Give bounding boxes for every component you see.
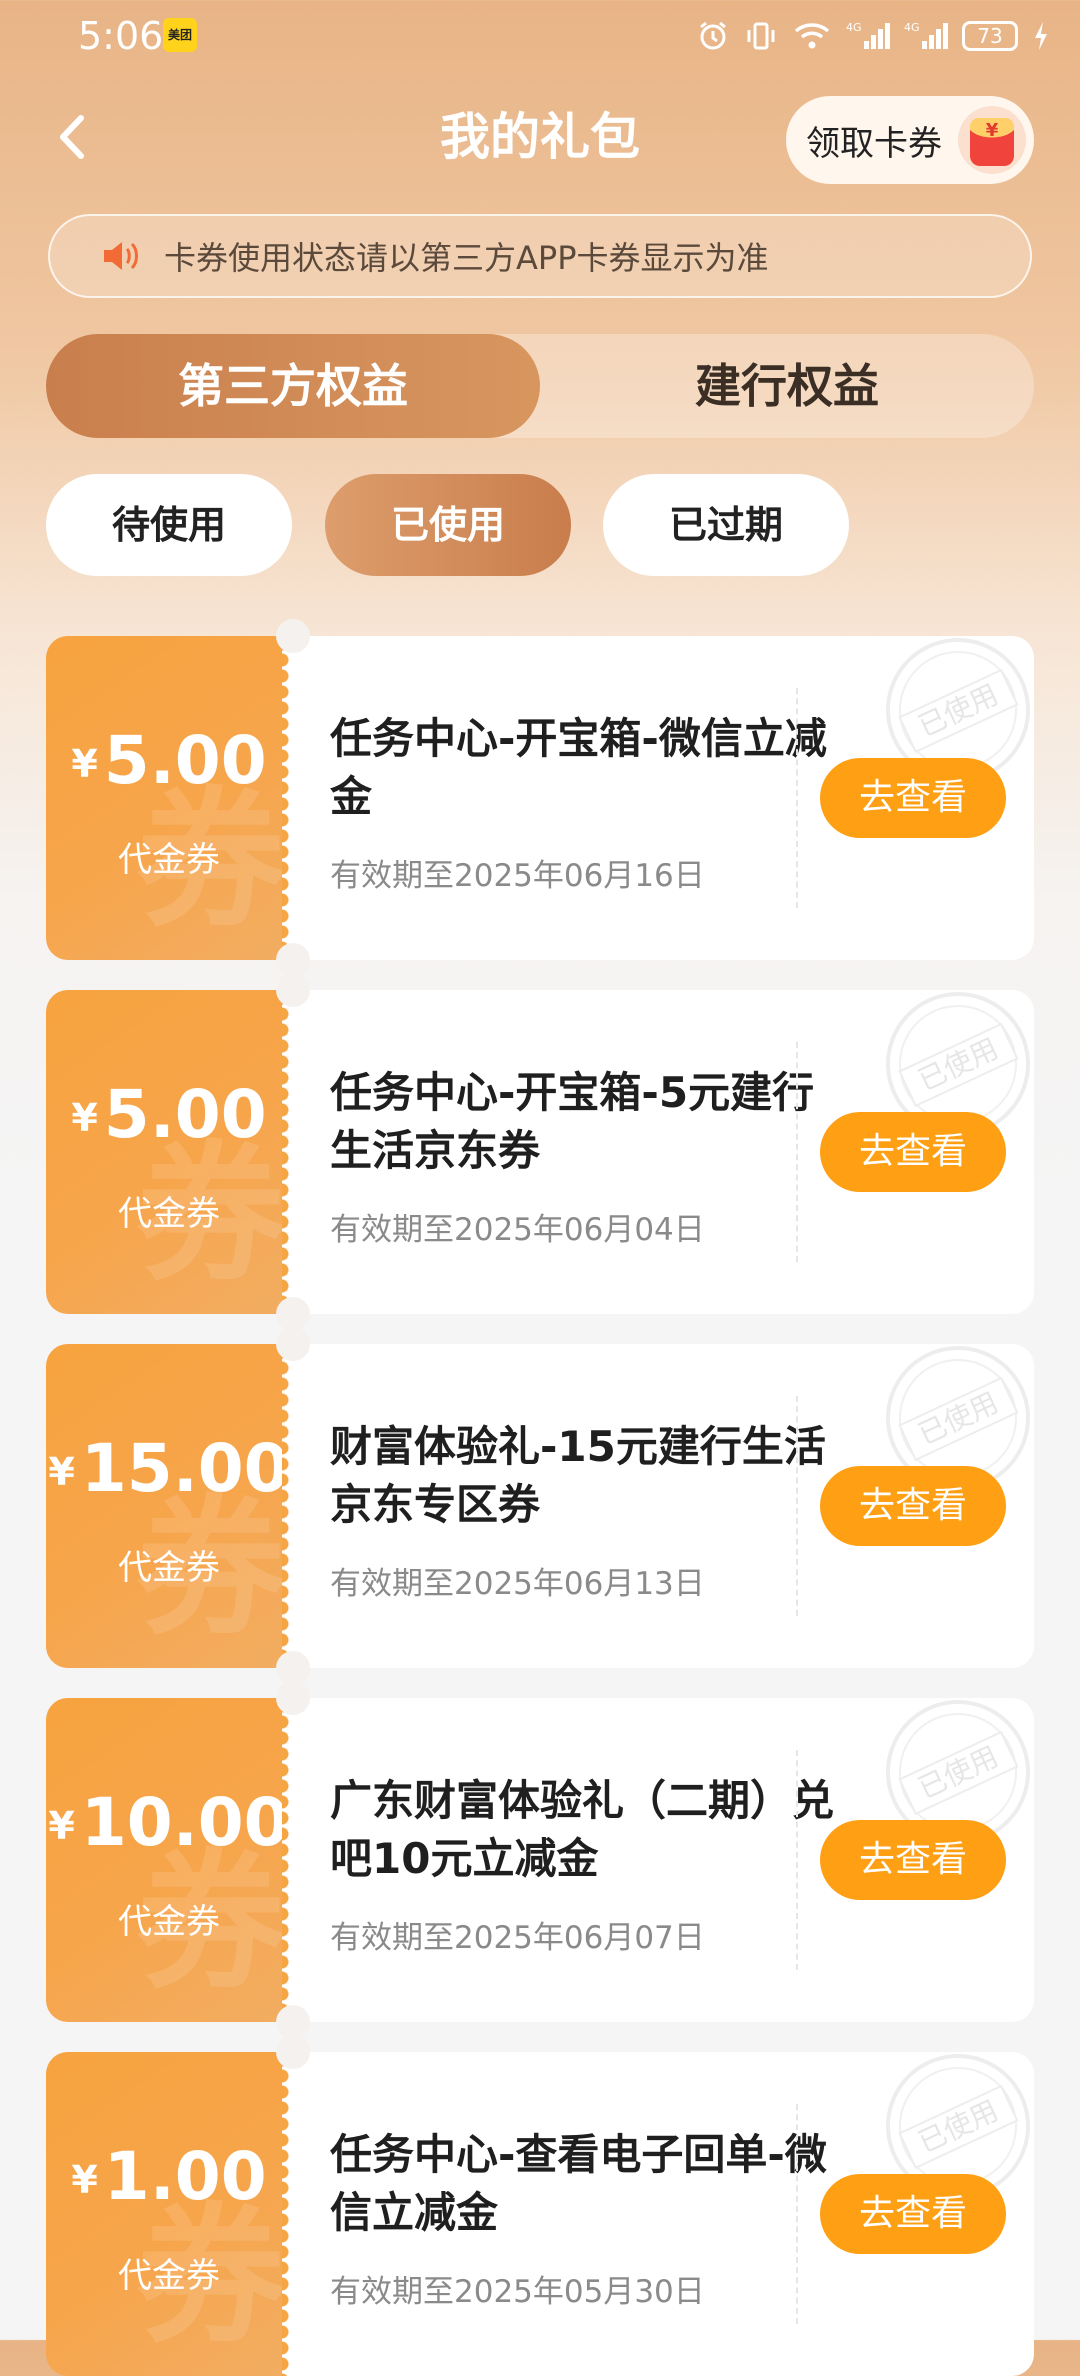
coupon-divider: [796, 2104, 798, 2324]
coupon-amount: ¥10.00: [46, 1784, 282, 1861]
coupon-type: 代金券: [118, 2256, 220, 2296]
coupon-value-panel: 券 ¥1.00 代金券: [46, 2052, 282, 2376]
meituan-badge-icon: 美团: [163, 18, 197, 52]
battery-icon: 73: [962, 21, 1018, 51]
notice-text: 卡券使用状态请以第三方APP卡券显示为准: [164, 239, 769, 277]
coupon-type: 代金券: [118, 1902, 220, 1942]
amount-value: 5.00: [103, 722, 267, 799]
amount-value: 15.00: [80, 1430, 282, 1507]
coupon-value-panel: 券 ¥5.00 代金券: [46, 636, 282, 960]
coupon-notch: [276, 1327, 310, 1361]
notice-banner: 卡券使用状态请以第三方APP卡券显示为准: [48, 214, 1032, 298]
coupon-type: 代金券: [118, 1548, 220, 1588]
coupon-perforation: [282, 990, 304, 1314]
alarm-icon: [700, 21, 726, 50]
svg-text:4G: 4G: [904, 21, 920, 34]
currency-symbol: ¥: [71, 1096, 98, 1140]
coupon-perforation: [282, 2052, 304, 2376]
status-icons: 4G 4G 73: [696, 14, 1050, 58]
coupon-amount: ¥5.00: [46, 1076, 282, 1153]
coupon-card: 券 ¥15.00 代金券 财富体验礼-15元建行生活京东专区券 有效期至2025…: [46, 1327, 1034, 1685]
filter-pending[interactable]: 待使用: [46, 474, 292, 576]
coupon-value-panel: 券 ¥5.00 代金券: [46, 990, 282, 1314]
view-button[interactable]: 去查看: [820, 1466, 1006, 1546]
coupon-title: 任务中心-查看电子回单-微信立减金: [330, 2130, 827, 2237]
view-button[interactable]: 去查看: [820, 2174, 1006, 2254]
main-tabs: 第三方权益 建行权益: [46, 334, 1034, 438]
wifi-icon: [794, 23, 830, 49]
coupon-divider: [796, 1750, 798, 1970]
filter-used[interactable]: 已使用: [325, 474, 571, 576]
coupon-type: 代金券: [118, 1194, 220, 1234]
red-packet-symbol: ¥: [986, 120, 999, 141]
vibrate-icon: [747, 22, 775, 50]
status-bar: 5:06 美团 4G 4G 73: [0, 0, 1080, 72]
coupon-title: 广东财富体验礼（二期）兑吧10元立减金: [330, 1776, 835, 1883]
coupon-card: 券 ¥5.00 代金券 任务中心-开宝箱-微信立减金 有效期至2025年06月1…: [46, 619, 1034, 977]
coupon-notch: [276, 1681, 310, 1715]
coupon-validity: 有效期至2025年06月13日: [330, 1566, 705, 1602]
tab-third-party-benefits[interactable]: 第三方权益: [46, 334, 540, 438]
currency-symbol: ¥: [48, 1450, 75, 1494]
coupon-notch: [276, 2035, 310, 2069]
coupon-divider: [796, 1042, 798, 1262]
currency-symbol: ¥: [71, 742, 98, 786]
coupon-card: 券 ¥10.00 代金券 广东财富体验礼（二期）兑吧10元立减金 有效期至202…: [46, 1681, 1034, 2039]
back-button[interactable]: [36, 102, 106, 172]
amount-value: 5.00: [103, 1076, 267, 1153]
coupon-title: 任务中心-开宝箱-微信立减金: [330, 714, 827, 821]
coupon-card: 券 ¥1.00 代金券 任务中心-查看电子回单-微信立减金 有效期至2025年0…: [46, 2035, 1034, 2376]
coupon-card: 券 ¥5.00 代金券 任务中心-开宝箱-5元建行生活京东券 有效期至2025年…: [46, 973, 1034, 1331]
coupon-perforation: [282, 1698, 304, 2022]
signal-4g-icon: 4G: [846, 21, 890, 49]
coupon-validity: 有效期至2025年05月30日: [330, 2274, 705, 2310]
coupon-notch: [276, 943, 310, 977]
coupon-perforation: [282, 636, 304, 960]
view-button[interactable]: 去查看: [820, 758, 1006, 838]
currency-symbol: ¥: [48, 1804, 75, 1848]
coupon-title: 任务中心-开宝箱-5元建行生活京东券: [330, 1068, 815, 1175]
coupon-title: 财富体验礼-15元建行生活京东专区券: [330, 1422, 826, 1529]
view-button[interactable]: 去查看: [820, 1112, 1006, 1192]
claim-coupons-label: 领取卡券: [806, 123, 942, 164]
coupon-notch: [276, 2005, 310, 2039]
view-button[interactable]: 去查看: [820, 1820, 1006, 1900]
coupon-notch: [276, 619, 310, 653]
tab-ccb-benefits[interactable]: 建行权益: [540, 334, 1034, 438]
coupon-amount: ¥5.00: [46, 722, 282, 799]
svg-text:4G: 4G: [846, 21, 862, 34]
claim-coupons-button[interactable]: 领取卡券 ¥: [786, 96, 1034, 184]
coupon-validity: 有效期至2025年06月04日: [330, 1212, 705, 1248]
coupon-perforation: [282, 1344, 304, 1668]
amount-value: 1.00: [103, 2138, 267, 2215]
coupon-amount: ¥15.00: [46, 1430, 282, 1507]
coupon-notch: [276, 1297, 310, 1331]
charging-icon: [1035, 22, 1047, 50]
coupon-divider: [796, 1396, 798, 1616]
status-time: 5:06: [78, 14, 164, 58]
header: 我的礼包 领取卡券 ¥: [0, 72, 1080, 202]
coupon-validity: 有效期至2025年06月07日: [330, 1920, 705, 1956]
coupon-notch: [276, 973, 310, 1007]
coupon-notch: [276, 1651, 310, 1685]
amount-value: 10.00: [80, 1784, 282, 1861]
coupon-type: 代金券: [118, 840, 220, 880]
speaker-icon: [104, 242, 138, 270]
signal-4g-icon-2: 4G: [904, 21, 948, 49]
chevron-left-icon: [60, 115, 84, 159]
red-packet-icon: ¥: [958, 106, 1026, 174]
coupon-value-panel: 券 ¥15.00 代金券: [46, 1344, 282, 1668]
filter-expired[interactable]: 已过期: [603, 474, 849, 576]
coupon-validity: 有效期至2025年06月16日: [330, 858, 705, 894]
coupon-amount: ¥1.00: [46, 2138, 282, 2215]
coupon-value-panel: 券 ¥10.00 代金券: [46, 1698, 282, 2022]
currency-symbol: ¥: [71, 2158, 98, 2202]
coupon-divider: [796, 688, 798, 908]
